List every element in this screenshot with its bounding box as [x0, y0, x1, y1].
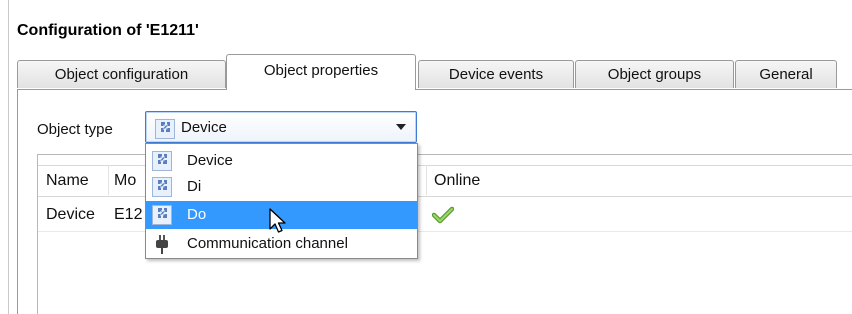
object-type-select[interactable]: Device	[145, 111, 417, 143]
mouse-cursor-icon	[268, 207, 288, 240]
chevron-down-icon[interactable]	[396, 124, 406, 130]
object-type-dropdown: Device Di Do Communication channel	[145, 143, 418, 259]
dropdown-option-di[interactable]: Di	[146, 173, 417, 201]
dropdown-option-label: Di	[187, 178, 202, 195]
tab-strip: Object configuration Object properties D…	[17, 54, 852, 90]
column-separator	[108, 165, 109, 195]
column-separator	[426, 165, 427, 195]
window-frame-left	[8, 0, 9, 314]
check-icon	[431, 206, 455, 229]
column-header-online[interactable]: Online	[434, 172, 480, 190]
object-type-label: Object type	[37, 121, 113, 138]
cell-name: Device	[46, 206, 95, 223]
puzzle-icon	[152, 205, 172, 230]
dropdown-option-label: Do	[187, 206, 207, 223]
tab-object-groups[interactable]: Object groups	[575, 60, 734, 88]
object-type-value: Device	[181, 119, 227, 136]
column-header-model[interactable]: Mo	[114, 172, 136, 190]
tab-object-configuration[interactable]: Object configuration	[17, 60, 226, 88]
dropdown-option-label: Device	[187, 152, 233, 169]
tab-device-events[interactable]: Device events	[418, 60, 574, 88]
tab-object-properties[interactable]: Object properties	[226, 54, 416, 90]
window-title: Configuration of 'E1211'	[17, 22, 199, 39]
tab-divider	[17, 89, 852, 90]
plug-icon	[152, 234, 172, 259]
puzzle-icon	[152, 177, 172, 202]
tab-general[interactable]: General	[735, 60, 837, 88]
cell-model: E12	[114, 206, 143, 223]
column-header-name[interactable]: Name	[46, 172, 89, 190]
dropdown-option-device[interactable]: Device	[146, 147, 417, 175]
puzzle-icon	[155, 119, 175, 144]
